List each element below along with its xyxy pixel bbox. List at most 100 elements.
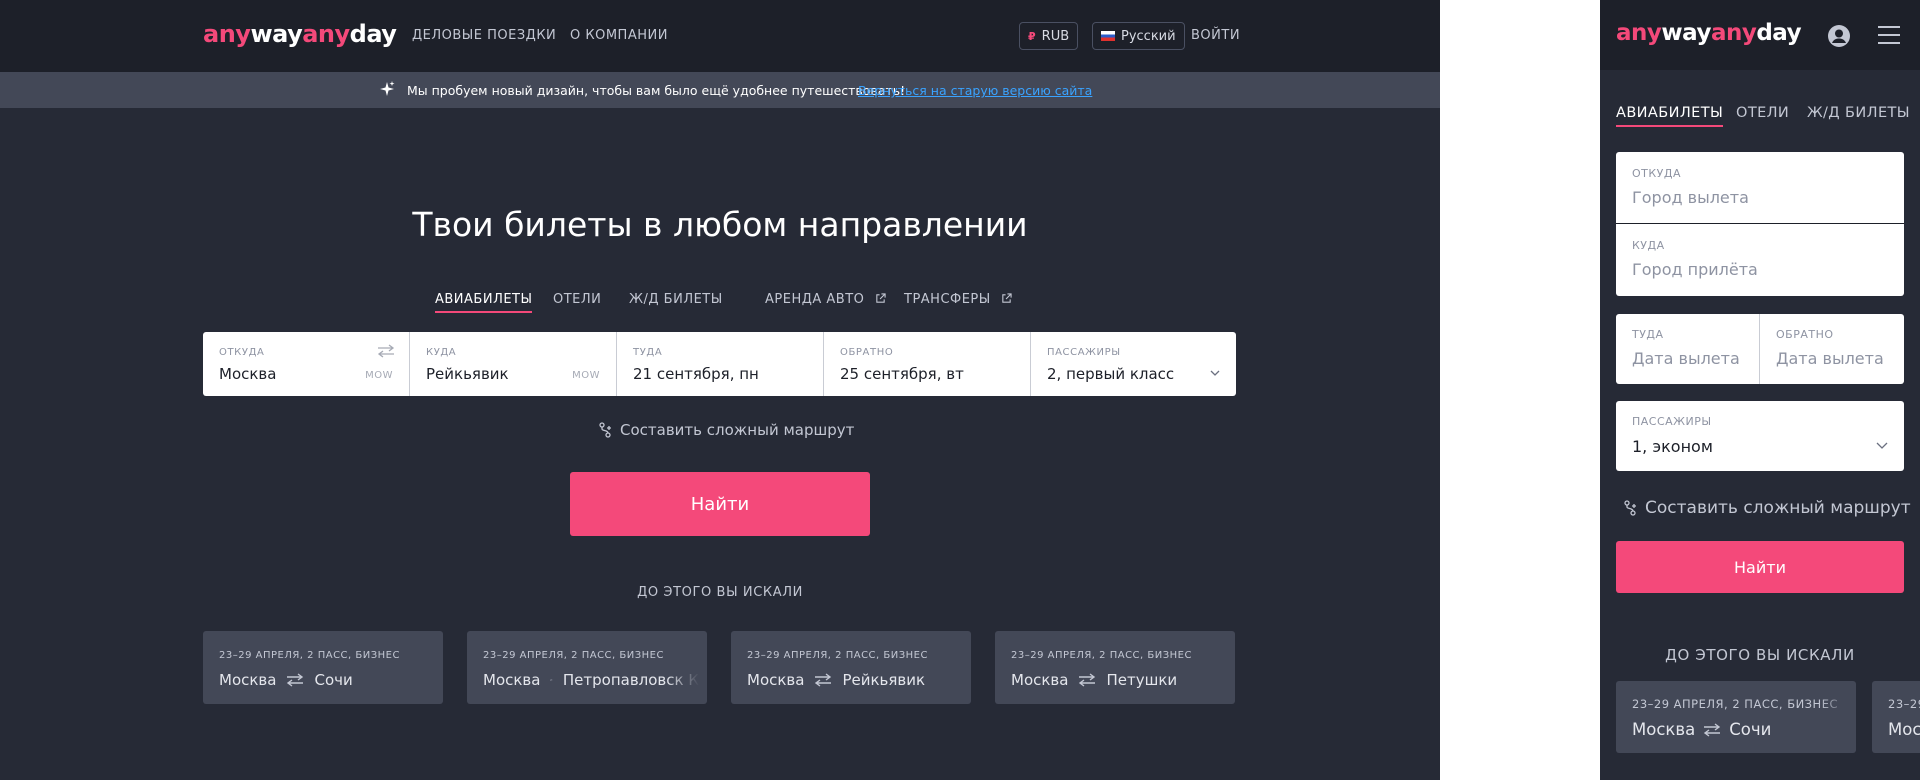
complex-route-label: Составить сложный маршрут — [620, 421, 855, 439]
russia-flag-icon — [1101, 31, 1115, 41]
passengers-field[interactable]: ПАССАЖИРЫ 1, эконом — [1616, 401, 1904, 471]
tab-rail[interactable]: Ж/Д БИЛЕТЫ — [629, 292, 723, 307]
route-icon — [1624, 500, 1636, 516]
passengers-field[interactable]: ПАССАЖИРЫ 2, первый класс — [1031, 332, 1236, 396]
from-value: Москва — [219, 365, 277, 383]
logo-part: any — [1616, 20, 1662, 46]
from-placeholder: Город вылета — [1632, 188, 1749, 207]
swap-icon — [1079, 673, 1096, 687]
sparkle-icon — [378, 80, 396, 102]
old-site-link[interactable]: Вернуться на старую версию сайта — [858, 83, 1092, 98]
from-label: ОТКУДА — [219, 347, 265, 358]
depart-value: 21 сентября, пн — [633, 365, 759, 383]
swap-icon[interactable] — [377, 344, 395, 358]
nav-business-trips[interactable]: ДЕЛОВЫЕ ПОЕЗДКИ — [412, 28, 556, 43]
login-link[interactable]: ВОЙТИ — [1191, 28, 1240, 43]
history-to: Петропавловск К — [562, 671, 699, 689]
logo-part: day — [349, 20, 397, 48]
history-to: Сочи — [1729, 720, 1772, 739]
logo-part: way — [1661, 20, 1711, 46]
external-link-icon — [1002, 293, 1013, 303]
to-field[interactable]: КУДА Город прилёта — [1616, 224, 1904, 296]
nav-about[interactable]: О КОМПАНИИ — [570, 28, 668, 43]
logo-part: day — [1756, 20, 1802, 46]
hero-title: Твои билеты в любом направлении — [412, 205, 1028, 244]
logo[interactable]: anywayanyday — [203, 20, 397, 48]
hamburger-menu-icon[interactable] — [1877, 25, 1901, 45]
history-card[interactable]: 23–29 АПРЕЛЯ, 2 ПАСС, БИЗНЕС Москва Пету… — [995, 631, 1235, 704]
history-card[interactable]: 23–29 АПРЕЛЯ, 2 ПАСС, БИЗНЕС Москва Рейк… — [731, 631, 971, 704]
history-from: Москва — [1011, 671, 1069, 689]
to-code: MOW — [572, 370, 600, 381]
passengers-value: 1, эконом — [1632, 437, 1713, 456]
depart-date-field[interactable]: ТУДА 21 сентября, пн — [617, 332, 824, 396]
tab-transfers[interactable]: ТРАНСФЕРЫ — [904, 292, 1013, 307]
tab-hotels[interactable]: ОТЕЛИ — [1736, 105, 1789, 121]
chevron-down-icon — [1210, 370, 1220, 376]
depart-label: ТУДА — [633, 347, 663, 358]
history-card[interactable]: 23–29 АПРЕЛЯ, 2 ПАСС, БИЗНЕС Москва Сочи — [203, 631, 443, 704]
tab-car-rental-label: АРЕНДА АВТО — [765, 292, 865, 307]
return-label: ОБРАТНО — [840, 347, 894, 358]
history-date: 23–29 А — [1888, 697, 1920, 711]
history-from: Москва — [483, 671, 541, 689]
to-label: КУДА — [1632, 239, 1665, 252]
history-route: Москва Петушки — [1011, 671, 1177, 689]
history-date: 23–29 АПРЕЛЯ, 2 ПАСС, БИЗНЕС — [1011, 650, 1192, 661]
to-placeholder: Город прилёта — [1632, 260, 1758, 279]
chevron-down-icon — [1876, 442, 1888, 449]
logo-part: any — [302, 20, 350, 48]
search-form: ОТКУДА Москва MOW КУДА Рейкьявик MOW ТУД… — [203, 332, 1236, 396]
tab-car-rental[interactable]: АРЕНДА АВТО — [765, 292, 886, 307]
history-title: ДО ЭТОГО ВЫ ИСКАЛИ — [1665, 646, 1855, 664]
history-date: 23–29 АПРЕЛЯ, 2 ПАСС, БИЗНЕС — [747, 650, 928, 661]
depart-placeholder: Дата вылета — [1632, 349, 1740, 368]
history-to: Рейкьявик — [842, 671, 926, 689]
tab-rail[interactable]: Ж/Д БИЛЕТЫ — [1807, 105, 1910, 121]
language-label: Русский — [1121, 28, 1176, 44]
from-field[interactable]: ОТКУДА Москва MOW — [203, 332, 410, 396]
history-card[interactable]: 23–29 АПРЕЛЯ, 2 ПАСС, БИЗНЕС Москва Сочи — [1616, 681, 1856, 753]
currency-code: RUB — [1041, 28, 1070, 44]
history-from: Москва — [747, 671, 805, 689]
return-date-field[interactable]: ОБРАТНО Дата вылета — [1760, 314, 1904, 384]
find-button[interactable]: Найти — [570, 472, 870, 536]
return-date-field[interactable]: ОБРАТНО 25 сентября, вт — [824, 332, 1031, 396]
depart-label: ТУДА — [1632, 328, 1664, 341]
to-value: Рейкьявик — [426, 365, 509, 383]
history-from: Мос — [1888, 720, 1920, 739]
tab-transfers-label: ТРАНСФЕРЫ — [904, 292, 991, 307]
history-card[interactable]: 23–29 А Мос — [1872, 681, 1920, 753]
history-card[interactable]: 23–29 АПРЕЛЯ, 2 ПАСС, БИЗНЕС Москва Петр… — [467, 631, 707, 704]
history-from: Москва — [219, 671, 277, 689]
complex-route-link[interactable]: Составить сложный маршрут — [598, 421, 854, 439]
mobile-page: anywayanyday АВИАБИЛЕТЫ ОТЕЛИ Ж/Д БИЛЕТЫ… — [1600, 0, 1920, 780]
depart-date-field[interactable]: ТУДА Дата вылета — [1616, 314, 1760, 384]
return-label: ОБРАТНО — [1776, 328, 1834, 341]
history-date: 23–29 АПРЕЛЯ, 2 ПАСС, БИЗНЕС — [1632, 697, 1839, 711]
history-to: Сочи — [314, 671, 353, 689]
redesign-banner: Мы пробуем новый дизайн, чтобы вам было … — [0, 72, 1440, 108]
date-fields: ТУДА Дата вылета ОБРАТНО Дата вылета — [1616, 314, 1904, 384]
tab-flights[interactable]: АВИАБИЛЕТЫ — [435, 292, 533, 313]
tab-hotels[interactable]: ОТЕЛИ — [553, 292, 601, 307]
to-label: КУДА — [426, 347, 457, 358]
tab-flights[interactable]: АВИАБИЛЕТЫ — [1616, 105, 1724, 127]
user-account-icon[interactable] — [1827, 24, 1851, 48]
logo[interactable]: anywayanyday — [1616, 20, 1802, 46]
passengers-label: ПАССАЖИРЫ — [1632, 415, 1712, 428]
external-link-icon — [876, 293, 886, 303]
history-to: Петушки — [1106, 671, 1178, 689]
history-from: Москва — [1632, 720, 1696, 739]
language-selector[interactable]: Русский — [1092, 22, 1185, 50]
currency-selector[interactable]: ₽ RUB — [1019, 22, 1079, 50]
swap-icon — [287, 673, 304, 687]
mobile-header: anywayanyday — [1600, 0, 1920, 70]
history-title: ДО ЭТОГО ВЫ ИСКАЛИ — [637, 585, 803, 600]
to-field[interactable]: КУДА Рейкьявик MOW — [410, 332, 617, 396]
logo-part: any — [203, 20, 251, 48]
complex-route-link[interactable]: Составить сложный маршрут — [1623, 498, 1911, 518]
find-button[interactable]: Найти — [1616, 541, 1904, 593]
swap-icon — [815, 673, 832, 687]
from-field[interactable]: ОТКУДА Город вылета — [1616, 152, 1904, 224]
